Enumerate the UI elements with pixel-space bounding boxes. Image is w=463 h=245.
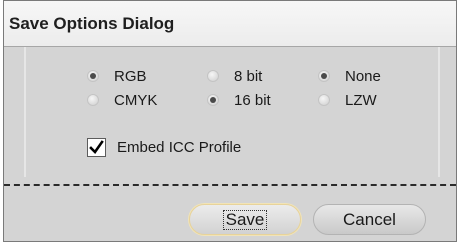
radio-8-bit-label: 8 bit bbox=[234, 67, 263, 85]
radio-selected-dot bbox=[321, 73, 327, 79]
radio-rgb-indicator bbox=[87, 70, 99, 82]
panel-right-edge bbox=[438, 47, 440, 177]
save-button-label: Save bbox=[222, 209, 268, 230]
radio-selected-dot bbox=[90, 73, 96, 79]
save-options-dialog: Save Options Dialog RGB CMYK 8 bit 16 bi… bbox=[3, 0, 457, 242]
radio-none[interactable]: None bbox=[318, 67, 381, 85]
embed-icc-label: Embed ICC Profile bbox=[117, 138, 242, 156]
cancel-button-label: Cancel bbox=[343, 209, 396, 229]
radio-16-bit-indicator bbox=[207, 94, 219, 106]
panel-left-edge bbox=[24, 47, 26, 177]
radio-lzw[interactable]: LZW bbox=[318, 91, 377, 109]
radio-cmyk[interactable]: CMYK bbox=[87, 91, 157, 109]
save-button[interactable]: Save bbox=[189, 204, 301, 235]
radio-none-label: None bbox=[345, 67, 381, 85]
cancel-button[interactable]: Cancel bbox=[313, 204, 426, 235]
embed-icc-checkbox[interactable] bbox=[87, 137, 106, 157]
dialog-titlebar[interactable]: Save Options Dialog bbox=[4, 1, 456, 47]
radio-selected-dot bbox=[210, 97, 216, 103]
radio-none-indicator bbox=[318, 70, 330, 82]
radio-8-bit-indicator bbox=[207, 70, 219, 82]
radio-lzw-label: LZW bbox=[345, 91, 377, 109]
radio-lzw-indicator bbox=[318, 94, 330, 106]
button-separator bbox=[4, 184, 456, 186]
radio-cmyk-indicator bbox=[87, 94, 99, 106]
radio-16-bit[interactable]: 16 bit bbox=[207, 91, 271, 109]
checkmark-icon bbox=[89, 139, 104, 154]
radio-rgb-label: RGB bbox=[114, 67, 147, 85]
dialog-title: Save Options Dialog bbox=[9, 14, 175, 33]
radio-8-bit[interactable]: 8 bit bbox=[207, 67, 262, 85]
radio-16-bit-label: 16 bit bbox=[234, 91, 271, 109]
embed-icc-checkbox-row[interactable]: Embed ICC Profile bbox=[87, 136, 241, 158]
radio-rgb[interactable]: RGB bbox=[87, 67, 147, 85]
radio-cmyk-label: CMYK bbox=[114, 91, 158, 109]
dialog-content: RGB CMYK 8 bit 16 bit None LZW Embed ICC… bbox=[4, 47, 456, 241]
